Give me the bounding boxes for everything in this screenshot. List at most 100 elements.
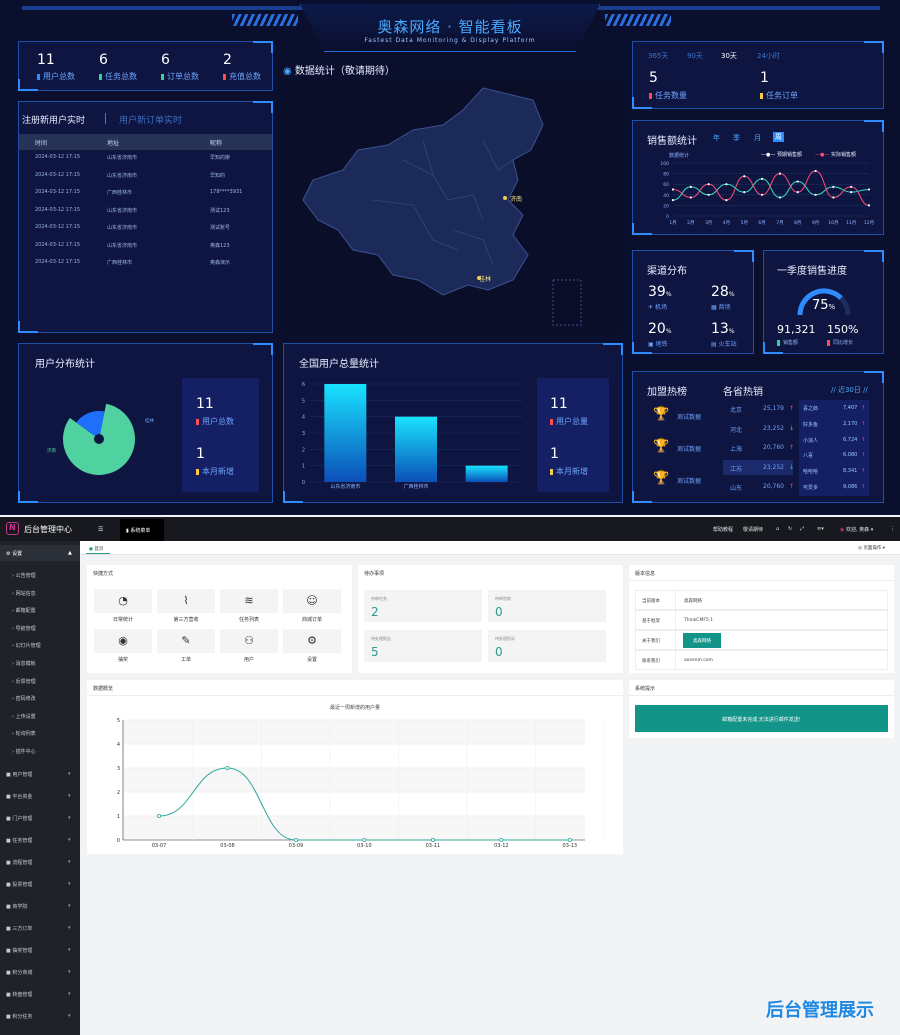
sidebar-group-item[interactable]: ■ 门户管理 bbox=[6, 815, 32, 822]
quick-item-0[interactable]: ◔ bbox=[94, 589, 152, 613]
help-link[interactable]: 帮助教程 bbox=[713, 526, 733, 533]
about-us-button[interactable]: 奥森网络 bbox=[683, 633, 721, 648]
x-tick-label: 4月 bbox=[723, 220, 730, 226]
user-dist-total-value: 11 bbox=[196, 396, 214, 412]
sidebar-subitem[interactable]: › 公告管理 bbox=[12, 572, 36, 579]
total-users-value: 11 bbox=[550, 396, 568, 412]
menu-toggle-icon[interactable]: ☰ bbox=[98, 526, 103, 533]
range-tab-24h[interactable]: 24小时 bbox=[757, 51, 780, 61]
sidebar-group-item[interactable]: ■ 积分任务 bbox=[6, 1013, 32, 1020]
china-map-svg bbox=[302, 87, 582, 326]
reg-cell-address: 山东省济南市 bbox=[107, 225, 138, 231]
sidebar-subitem[interactable]: › 插件中心 bbox=[12, 748, 36, 755]
todo-item[interactable]: 待处理报告 5 bbox=[364, 630, 482, 662]
sidebar-subitem[interactable]: › 反馈管理 bbox=[12, 678, 36, 685]
sidebar-group-item[interactable]: ■ 三方订单 bbox=[6, 925, 32, 932]
y-tick-label: 5 bbox=[117, 718, 120, 724]
sales-point bbox=[796, 180, 799, 183]
quick-item-7[interactable]: ⚙ bbox=[283, 629, 341, 653]
tab-new-users[interactable]: 注册新用户实时 bbox=[22, 113, 85, 126]
reg-cell-time: 2024-03-12 17:15 bbox=[35, 189, 81, 195]
sidebar-group-item[interactable]: ■ 任务管理 bbox=[6, 837, 32, 844]
quick-item-label: 设置 bbox=[306, 657, 317, 663]
map-title: ◉ 数据统计（敬请期待） bbox=[283, 66, 395, 77]
range-panel: 365天 90天 30天 24小时 5 任务数量 1 任务订单 bbox=[632, 41, 884, 109]
home-icon[interactable]: ⌂ bbox=[776, 526, 779, 532]
chevron-down-icon: ▾ bbox=[68, 903, 71, 909]
refresh-icon[interactable]: ↻ bbox=[788, 526, 792, 532]
quick-title: 快捷方式 bbox=[93, 571, 114, 577]
fullscreen-icon[interactable]: ⤢ bbox=[800, 526, 804, 532]
franchise-item[interactable]: 测试数据 bbox=[677, 444, 701, 453]
sidebar-subitem[interactable]: › 导航管理 bbox=[12, 625, 36, 632]
version-key: 关于我们 bbox=[642, 639, 660, 644]
user-dist-new-label: 本月新增 bbox=[196, 466, 234, 477]
quick-item-3[interactable]: ☺ bbox=[283, 589, 341, 613]
user-menu[interactable]: ◉ 欢迎, 奥森 ▾ bbox=[840, 526, 873, 533]
chevron-down-icon: ▾ bbox=[68, 1013, 71, 1019]
dashboard: 奥森网络 · 智能看板 Fastest Data Monitoring & Di… bbox=[0, 0, 900, 515]
tab-new-orders[interactable]: 用户新订单实时 bbox=[119, 113, 182, 126]
sidebar-group-item[interactable]: ■ 投票管理 bbox=[6, 881, 32, 888]
reg-cell-time: 2024-03-12 17:15 bbox=[35, 171, 81, 178]
y-tick-label: 1 bbox=[302, 464, 305, 470]
tab-system-menu[interactable]: ▮ 系统菜单 bbox=[120, 519, 164, 541]
quick-item-1[interactable]: ⌇ bbox=[157, 589, 215, 613]
range-tab-365[interactable]: 365天 bbox=[648, 51, 668, 61]
data-point bbox=[293, 837, 298, 842]
sales-point bbox=[796, 191, 799, 194]
sidebar-group-item[interactable]: ■ 平台资金 bbox=[6, 793, 32, 800]
user-dist-new-value: 1 bbox=[196, 446, 205, 462]
quick-item-4[interactable]: ◉ bbox=[94, 629, 152, 653]
hot-title-franchise: 加盟热榜 bbox=[647, 387, 687, 398]
y-tick-label: 20 bbox=[663, 203, 669, 209]
notice-banner[interactable]: 邮箱配置未完成,无法进行邮件发送! bbox=[635, 705, 888, 732]
shop-value: 6,080 bbox=[843, 452, 858, 459]
range-tab-30[interactable]: 30天 bbox=[721, 51, 737, 61]
sidebar-group-item[interactable]: ■ 转盘管理 bbox=[6, 991, 32, 998]
sidebar-subitem[interactable]: › 邮箱配置 bbox=[12, 607, 36, 614]
sidebar-subitem[interactable]: › 轮询列表 bbox=[12, 730, 36, 737]
todo-item[interactable]: 待审验收 0 bbox=[488, 590, 606, 622]
quick-item-6[interactable]: ⚇ bbox=[220, 629, 278, 653]
sidebar-subitem[interactable]: › 网站信息 bbox=[12, 590, 36, 597]
franchise-item[interactable]: 测试数据 bbox=[677, 412, 701, 421]
page-ops-button[interactable]: ◎ 页面操作 ▾ bbox=[858, 545, 885, 551]
total-users-panel: 全国用户总量统计 0 1 2 3 4 5 6 山东省济南市 广西桂林市 11 用户总量 1 本月… bbox=[283, 343, 623, 503]
more-icon[interactable]: ⋮ bbox=[890, 526, 895, 532]
quick-item-5[interactable]: ✎ bbox=[157, 629, 215, 653]
sidebar: N 后台管理中心 ⚙ 设置 ▲ › 公告管理 › 网站信息 › 邮箱配置 › 导航管理… bbox=[0, 517, 80, 1035]
sales-point bbox=[760, 193, 764, 196]
grid-band bbox=[123, 816, 585, 840]
province-value: 23,252 bbox=[763, 424, 784, 432]
sidebar-settings-header[interactable]: ⚙ 设置 ▲ bbox=[0, 545, 80, 561]
sidebar-group-item[interactable]: ■ 积分商城 bbox=[6, 969, 32, 976]
sidebar-group-item[interactable]: ■ 抽奖管理 bbox=[6, 947, 32, 954]
progress-percent: 75% bbox=[812, 298, 836, 313]
sidebar-subitem[interactable]: › 幻灯片管理 bbox=[12, 642, 41, 649]
quick-item-2[interactable]: ≋ bbox=[220, 589, 278, 613]
todo-item[interactable]: 待处理投诉 0 bbox=[488, 630, 606, 662]
layout-menu-icon[interactable]: ≡▾ bbox=[817, 526, 824, 532]
reg-cell-nickname: 测试123 bbox=[210, 207, 230, 214]
sidebar-group-item[interactable]: ■ 流程管理 bbox=[6, 859, 32, 866]
sidebar-group-item[interactable]: ■ 用户管理 bbox=[6, 771, 32, 778]
version-key: 联系我们 bbox=[642, 659, 660, 664]
range-orders-label: 任务订单 bbox=[760, 90, 798, 101]
sidebar-group-item[interactable]: ■ 商学院 bbox=[6, 903, 27, 910]
version-divider bbox=[629, 580, 894, 581]
sales-point bbox=[867, 188, 871, 191]
sidebar-subitem[interactable]: › 上传设置 bbox=[12, 713, 36, 720]
todo-item[interactable]: 待审任务 2 bbox=[364, 590, 482, 622]
tab-home[interactable]: ● 首页 bbox=[86, 543, 110, 554]
sidebar-brand: N 后台管理中心 bbox=[0, 517, 80, 541]
sidebar-subitem[interactable]: › 密码修改 bbox=[12, 695, 36, 702]
notice-title: 系统提示 bbox=[635, 686, 656, 692]
stats-panel: 11 用户总数 6 任务总数 6 订单总数 2 充值总数 bbox=[18, 41, 273, 91]
user-icon: ⚇ bbox=[244, 634, 254, 647]
sidebar-subitem[interactable]: › 消息模板 bbox=[12, 660, 36, 667]
reg-cell-address: 山东省济南市 bbox=[107, 155, 138, 161]
franchise-item[interactable]: 测试数据 bbox=[677, 476, 701, 485]
coming-soon-link[interactable]: 敬请期待 bbox=[743, 526, 763, 533]
range-tab-90[interactable]: 90天 bbox=[687, 51, 703, 61]
